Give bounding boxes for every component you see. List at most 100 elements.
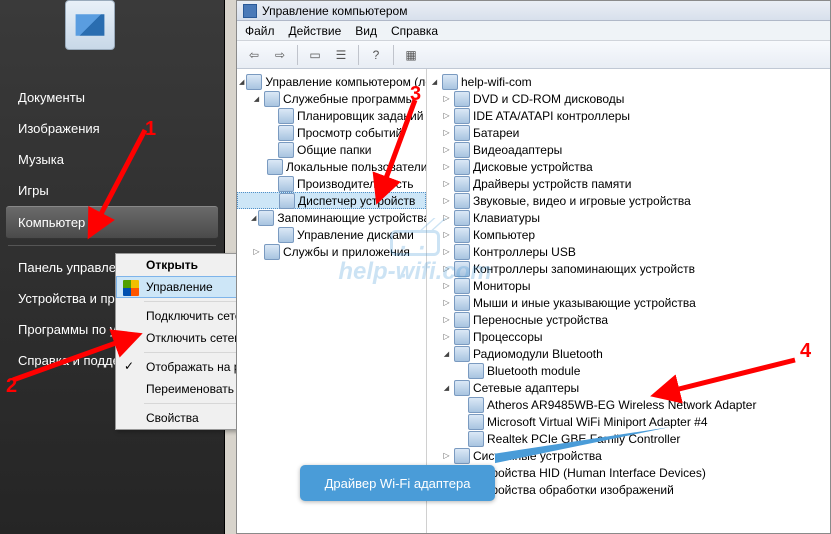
twisty-icon[interactable] [441, 110, 452, 121]
menu-3[interactable]: Справка [391, 24, 438, 38]
twisty-icon[interactable] [441, 314, 452, 325]
twisty-icon[interactable] [441, 178, 452, 189]
twisty-icon[interactable] [251, 212, 256, 223]
dev-cat-9[interactable]: Контроллеры USB [427, 243, 830, 260]
twisty-icon[interactable] [441, 246, 452, 257]
dev-cat-15[interactable]: Радиомодули Bluetooth [427, 345, 830, 362]
dev-cat-10[interactable]: Контроллеры запоминающих устройств [427, 260, 830, 277]
twisty-icon[interactable] [441, 348, 452, 359]
start-item-2[interactable]: Музыка [0, 144, 224, 175]
node-icon [278, 227, 294, 243]
node-icon [468, 397, 484, 413]
twisty-icon[interactable] [441, 280, 452, 291]
node-icon [468, 363, 484, 379]
node-icon [454, 193, 470, 209]
device-tree[interactable]: help-wifi-comDVD и CD-ROM дисководыIDE A… [427, 69, 830, 533]
twisty-icon[interactable] [239, 76, 244, 87]
node-icon [454, 108, 470, 124]
twisty-icon[interactable] [441, 331, 452, 342]
node-icon [246, 74, 262, 90]
twisty-icon[interactable] [441, 93, 452, 104]
dev-cat-16[interactable]: Сетевые адаптеры [427, 379, 830, 396]
node-icon [454, 261, 470, 277]
twisty-icon[interactable] [441, 161, 452, 172]
forward-button[interactable]: ⇨ [269, 44, 291, 66]
dev-cat-6[interactable]: Звуковые, видео и игровые устройства [427, 192, 830, 209]
node-icon [454, 312, 470, 328]
dev-cat-4[interactable]: Дисковые устройства [427, 158, 830, 175]
twisty-icon[interactable] [251, 93, 262, 104]
node-icon [454, 210, 470, 226]
dev-cat-0[interactable]: DVD и CD-ROM дисководы [427, 90, 830, 107]
twisty-icon[interactable] [429, 76, 440, 87]
tree-item-0-3[interactable]: Локальные пользователи [237, 158, 426, 175]
dev-cat-13[interactable]: Переносные устройства [427, 311, 830, 328]
twisty-icon[interactable] [441, 127, 452, 138]
callout-driver: Драйвер Wi-Fi адаптера [300, 465, 495, 501]
twisty-icon[interactable] [441, 212, 452, 223]
dev-cat-12[interactable]: Мыши и иные указывающие устройства [427, 294, 830, 311]
dev-cat-14[interactable]: Процессоры [427, 328, 830, 345]
dev-cat-1[interactable]: IDE ATA/ATAPI контроллеры [427, 107, 830, 124]
twisty-icon[interactable] [441, 229, 452, 240]
start-item-3[interactable]: Игры [0, 175, 224, 206]
check-icon [122, 359, 138, 375]
dev-root[interactable]: help-wifi-com [427, 73, 830, 90]
tree-item-0-5[interactable]: Диспетчер устройств [237, 192, 426, 209]
annotation-1: 1 [145, 118, 156, 141]
dev-cat-17[interactable]: Системные устройства [427, 447, 830, 464]
twisty-icon[interactable] [441, 144, 452, 155]
back-button[interactable]: ⇦ [243, 44, 265, 66]
node-icon [454, 346, 470, 362]
start-item-0[interactable]: Документы [0, 82, 224, 113]
dev-item-16-0[interactable]: Atheros AR9485WB-EG Wireless Network Ada… [427, 396, 830, 413]
dev-cat-5[interactable]: Драйверы устройств памяти [427, 175, 830, 192]
dev-cat-2[interactable]: Батареи [427, 124, 830, 141]
tree-group-2[interactable]: Службы и приложения [237, 243, 426, 260]
up-button[interactable]: ▭ [304, 44, 326, 66]
tree-item-0-0[interactable]: Планировщик заданий [237, 107, 426, 124]
menu-1[interactable]: Действие [289, 24, 342, 38]
window-title: Управление компьютером [262, 4, 407, 18]
console-tree[interactable]: Управление компьютером (локальным)Служеб… [237, 69, 427, 533]
node-icon [278, 108, 294, 124]
dev-cat-11[interactable]: Мониторы [427, 277, 830, 294]
tree-item-1-0[interactable]: Управление дисками [237, 226, 426, 243]
dev-item-16-1[interactable]: Microsoft Virtual WiFi Miniport Adapter … [427, 413, 830, 430]
twisty-icon[interactable] [441, 195, 452, 206]
node-icon [454, 91, 470, 107]
help-button[interactable]: ? [365, 44, 387, 66]
twisty-icon[interactable] [441, 450, 452, 461]
twisty-icon[interactable] [441, 297, 452, 308]
view-button[interactable]: ▦ [400, 44, 422, 66]
tree-item-0-1[interactable]: Просмотр событий [237, 124, 426, 141]
dev-item-16-2[interactable]: Realtek PCIe GBE Family Controller [427, 430, 830, 447]
titlebar: Управление компьютером [237, 1, 830, 21]
start-item-1[interactable]: Изображения [0, 113, 224, 144]
node-icon [264, 244, 280, 260]
tree-item-0-4[interactable]: Производительность [237, 175, 426, 192]
annotation-2: 2 [6, 375, 17, 398]
twisty-icon[interactable] [441, 382, 452, 393]
dev-cat-3[interactable]: Видеоадаптеры [427, 141, 830, 158]
twisty-icon[interactable] [441, 263, 452, 274]
menu-0[interactable]: Файл [245, 24, 275, 38]
node-icon [278, 142, 294, 158]
dev-cat-8[interactable]: Компьютер [427, 226, 830, 243]
node-icon [454, 244, 470, 260]
callout-text: Драйвер Wi-Fi адаптера [325, 476, 471, 491]
tree-group-1[interactable]: Запоминающие устройства [237, 209, 426, 226]
tree-item-0-2[interactable]: Общие папки [237, 141, 426, 158]
properties-button[interactable]: ☰ [330, 44, 352, 66]
node-icon [454, 278, 470, 294]
shield-icon [123, 280, 139, 296]
dev-cat-7[interactable]: Клавиатуры [427, 209, 830, 226]
tree-group-0[interactable]: Служебные программы [237, 90, 426, 107]
tree-root[interactable]: Управление компьютером (локальным) [237, 73, 426, 90]
annotation-4: 4 [800, 340, 811, 363]
node-icon [264, 91, 280, 107]
dev-item-15-0[interactable]: Bluetooth module [427, 362, 830, 379]
twisty-icon[interactable] [251, 246, 262, 257]
start-item-4[interactable]: Компьютер [6, 206, 218, 239]
menu-2[interactable]: Вид [355, 24, 377, 38]
